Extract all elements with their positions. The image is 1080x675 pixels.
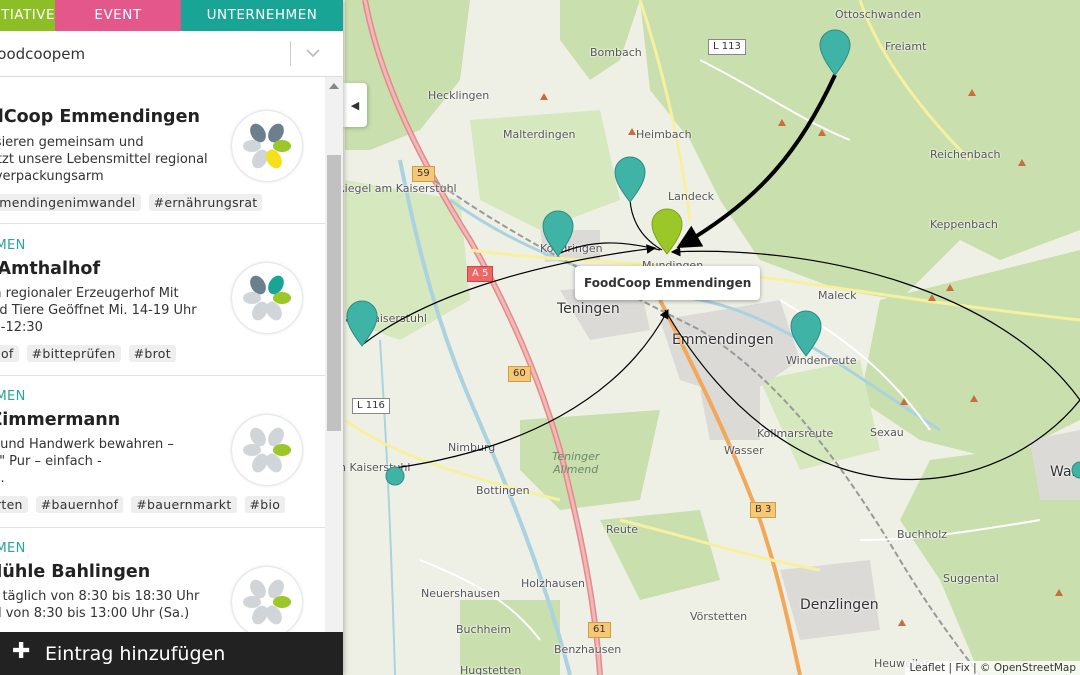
list-item[interactable]: UNTERNEHMEN Mühle Bahlingen Geöffnet täg… (0, 527, 325, 632)
tag[interactable]: #bitteprüfen (26, 345, 121, 362)
results-scrollbar[interactable] (325, 77, 343, 632)
list-item[interactable]: UNTERNEHMEN Biohof Amthalhof Wir sind ei… (0, 223, 325, 376)
initiative-logo (232, 111, 302, 181)
add-entry-label: Eintrag hinzufügen (45, 643, 226, 665)
entry-description: Wir organisieren gemeinsam und beziehen … (0, 135, 208, 184)
entry-tags: #emmendingenimwandel #ernährungsrat (0, 194, 263, 211)
entry-tags: #biohof #bitteprüfen #brot (0, 345, 176, 362)
marker-landeck (614, 156, 646, 203)
entry-title: Mühle Bahlingen (0, 562, 151, 582)
arrow-kondringen (557, 242, 661, 255)
chevron-left-icon: ◀ (350, 98, 360, 112)
search-bar (0, 31, 343, 77)
category-tabs: INITIATIVE EVENT UNTERNEHMEN (0, 0, 343, 31)
marker-waldkirch (1071, 461, 1080, 479)
arrow-waldkirch-line (664, 309, 1080, 480)
scroll-thumb[interactable] (327, 155, 341, 431)
tab-event[interactable]: EVENT (55, 0, 181, 31)
entry-description: Geöffnet täglich von 8:30 bis 18:30 Uhr … (0, 589, 200, 621)
entry-category: UNTERNEHMEN (0, 541, 26, 556)
marker-ottoschwanden (819, 29, 851, 76)
marker-windenreute (790, 310, 822, 357)
arrow-ottoschwanden (676, 74, 837, 248)
map-attribution[interactable]: Leaflet | Fix | © OpenStreetMap (905, 661, 1080, 675)
marker-endingen (346, 300, 378, 347)
tag[interactable]: #bio (244, 496, 286, 513)
list-item[interactable]: UNTERNEHMEN Biohof Zimmermann "Wissen un… (0, 375, 325, 528)
sidebar: INITIATIVE EVENT UNTERNEHMEN FoodCoop Em… (0, 0, 343, 675)
tag[interactable]: #bauernmarkt (131, 496, 237, 513)
tag[interactable]: #ernährungsrat (148, 194, 263, 211)
plus-icon: ✚ (12, 639, 31, 664)
marker-selected (651, 208, 683, 255)
tag[interactable]: #brot (128, 345, 176, 362)
company-logo (232, 415, 302, 485)
search-input[interactable] (0, 31, 280, 76)
company-logo (232, 567, 302, 632)
add-entry-button[interactable]: ✚ Eintrag hinzufügen (0, 632, 343, 675)
entry-title: Biohof Zimmermann (0, 410, 121, 430)
list-item[interactable]: FoodCoop Emmendingen Wir organisieren ge… (0, 77, 325, 224)
entry-description: Wir sind ein regionaler Erzeugerhof Mit … (0, 286, 197, 335)
results-list: FoodCoop Emmendingen Wir organisieren ge… (0, 77, 343, 632)
entry-category: UNTERNEHMEN (0, 238, 26, 253)
tag[interactable]: #biogarten (0, 496, 28, 513)
marker-bahlingen (385, 466, 405, 486)
entry-description: "Wissen und Handwerk bewahren – umgesetz… (0, 437, 174, 486)
marker-kondringen (542, 210, 574, 257)
entry-tags: #biogarten #bauernhof #bauernmarkt #bio (0, 496, 286, 513)
entry-category: UNTERNEHMEN (0, 389, 26, 404)
search-separator (290, 41, 291, 66)
tag[interactable]: #emmendingenimwandel (0, 194, 141, 211)
tab-initiative[interactable]: INITIATIVE (0, 0, 55, 31)
entry-title: FoodCoop Emmendingen (0, 107, 200, 127)
tab-unternehmen[interactable]: UNTERNEHMEN (181, 0, 343, 31)
scroll-up-icon[interactable] (329, 83, 339, 89)
tag[interactable]: #bauernhof (35, 496, 124, 513)
tag[interactable]: #biohof (0, 345, 19, 362)
company-logo (232, 263, 302, 333)
map-tooltip: FoodCoop Emmendingen (575, 266, 761, 300)
arrow-bahlingen (394, 308, 669, 469)
sidebar-toggle-button[interactable]: ◀ (343, 83, 367, 127)
entry-title: Biohof Amthalhof (0, 259, 101, 279)
chevron-down-icon[interactable] (303, 43, 323, 63)
